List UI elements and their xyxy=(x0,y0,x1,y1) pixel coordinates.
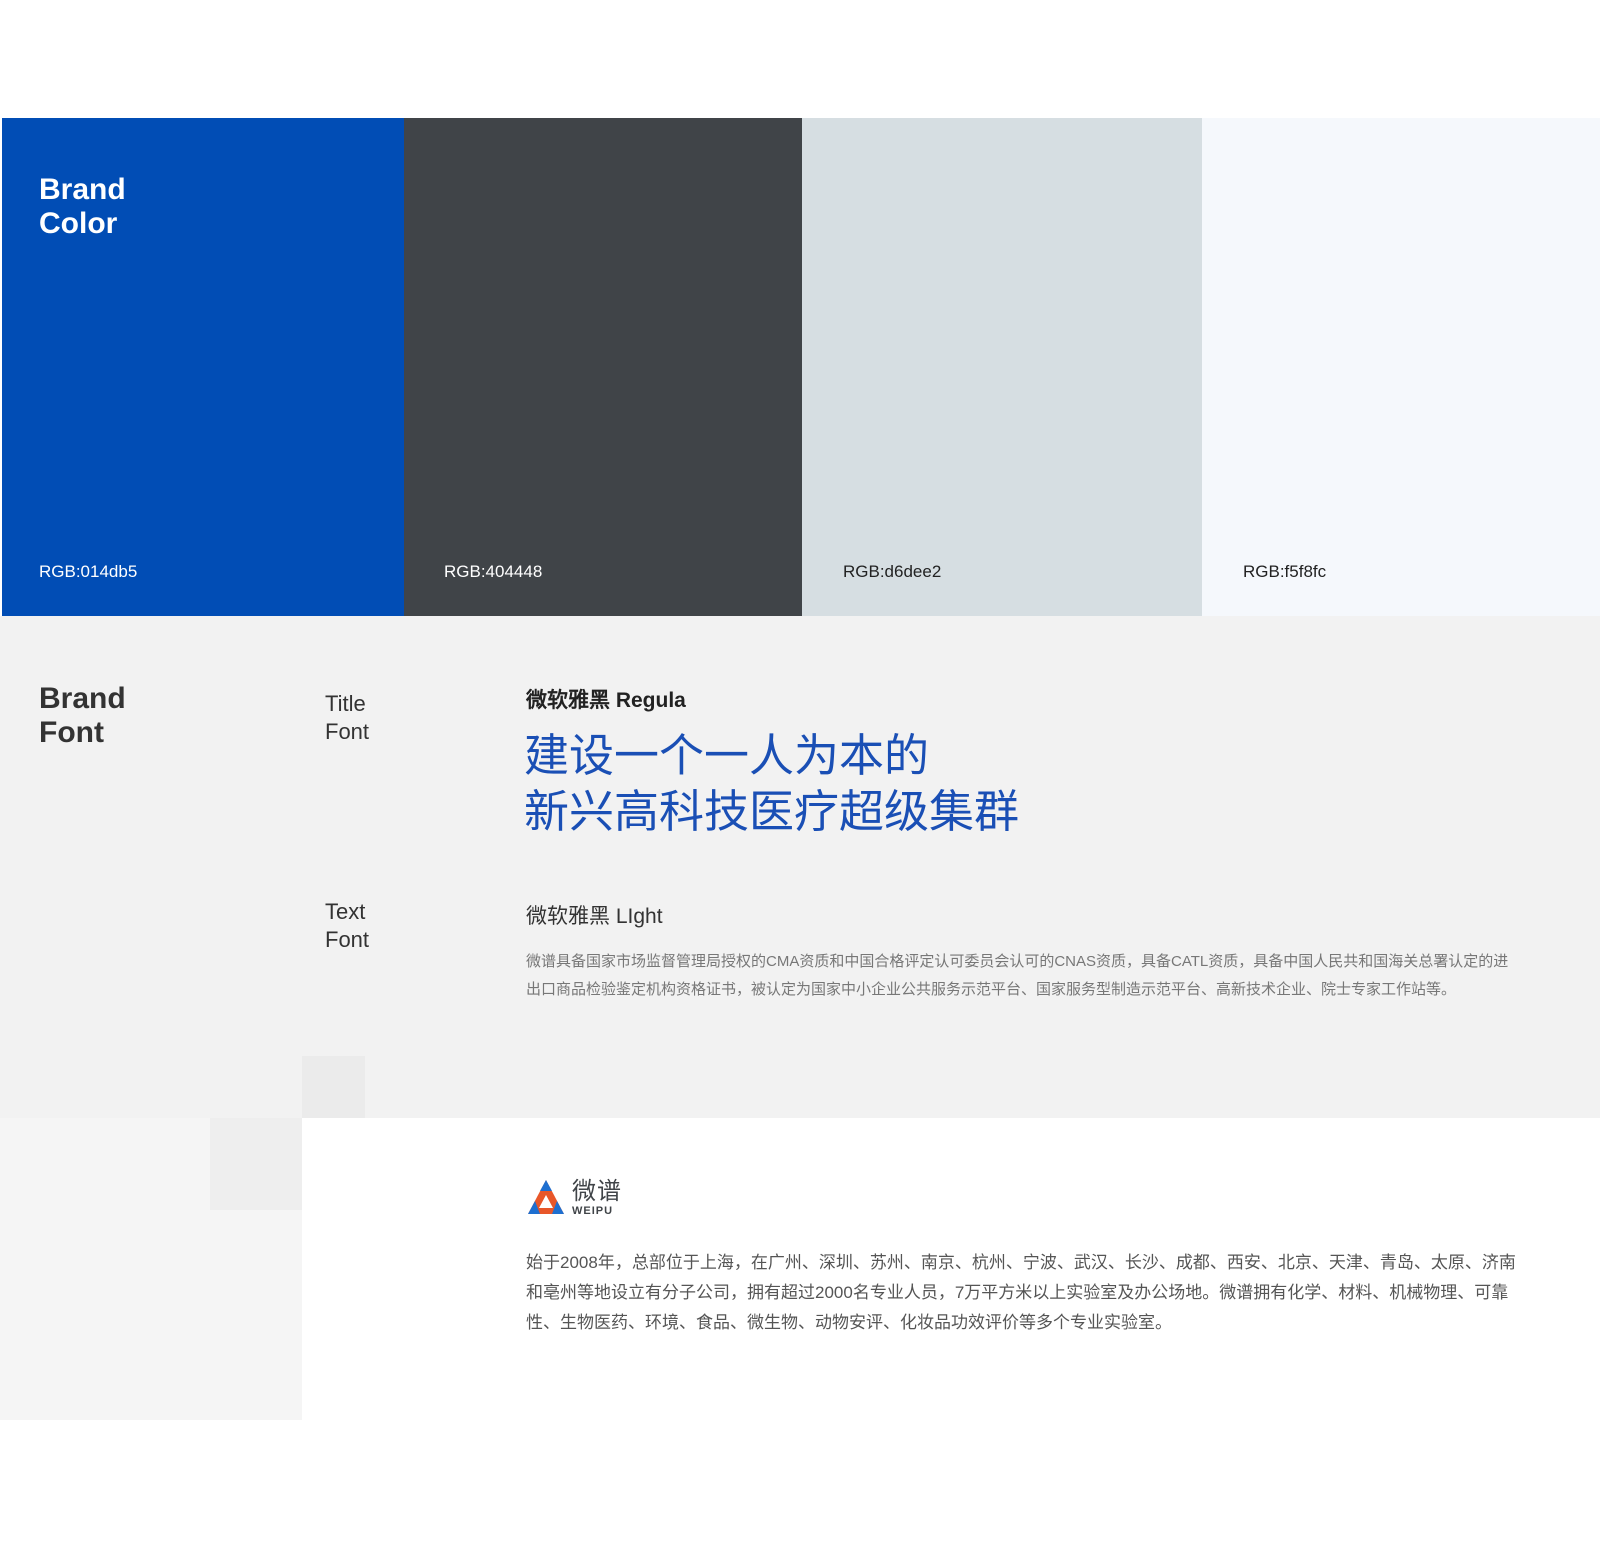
swatch-code: RGB:014db5 xyxy=(39,562,138,581)
text-font-label-line1: Text xyxy=(325,899,366,924)
triangle-logo-icon xyxy=(528,1180,564,1214)
text-font-sample: 微谱具备国家市场监督管理局授权的CMA资质和中国合格评定认可委员会认可的CNAS… xyxy=(526,953,1509,998)
title-font-label-line2: Font xyxy=(325,719,370,744)
swatch-code: RGB:404448 xyxy=(444,562,543,581)
title-font-label-line1: Title xyxy=(325,691,366,716)
swatch-dark-gray: RGB:404448 xyxy=(404,118,802,616)
title-font-sample: 建设一个一人为本的 新兴高科技医疗超级集群 xyxy=(524,728,1019,840)
text-font-label: Text Font xyxy=(325,898,369,954)
swatch-light-gray: RGB:d6dee2 xyxy=(802,118,1202,616)
brand-color-title-line1: Brand xyxy=(39,173,126,206)
swatch-off-white: RGB:f5f8fc xyxy=(1202,118,1600,616)
title-sample-line2: 新兴高科技医疗超级集群 xyxy=(524,786,1020,837)
logo-en-text: WEIPU xyxy=(572,1204,614,1217)
title-font-name: 微软雅黑 Regula xyxy=(526,689,686,712)
swatch-code: RGB:f5f8fc xyxy=(1243,562,1327,581)
swatch-primary-blue: Brand Color RGB:014db5 xyxy=(2,118,404,616)
text-font-label-line2: Font xyxy=(325,927,370,952)
brand-color-swatches: Brand Color RGB:014db5 RGB:404448 RGB:d6… xyxy=(2,118,1600,616)
swatch-code: RGB:d6dee2 xyxy=(843,562,942,581)
brand-color-title: Brand Color xyxy=(39,173,126,241)
decorative-square xyxy=(302,1056,365,1118)
title-sample-line1: 建设一个一人为本的 xyxy=(524,730,930,781)
logo-cn-text: 微谱 xyxy=(572,1177,622,1205)
brand-font-title-line1: Brand xyxy=(39,682,126,715)
text-font-name: 微软雅黑 LIght xyxy=(526,905,663,928)
brand-font-title: Brand Font xyxy=(39,682,126,750)
weipu-logo: 微谱 WEIPU xyxy=(526,1178,622,1218)
title-font-label: Title Font xyxy=(325,690,369,746)
brand-color-title-line2: Color xyxy=(39,207,118,240)
brand-font-title-line2: Font xyxy=(39,716,104,749)
brand-font-section: Brand Font Title Font 微软雅黑 Regula 建设一个一人… xyxy=(0,616,1600,1118)
company-description: 始于2008年，总部位于上海，在广州、深圳、苏州、南京、杭州、宁波、武汉、长沙、… xyxy=(526,1253,1516,1332)
decorative-square xyxy=(210,1118,302,1210)
